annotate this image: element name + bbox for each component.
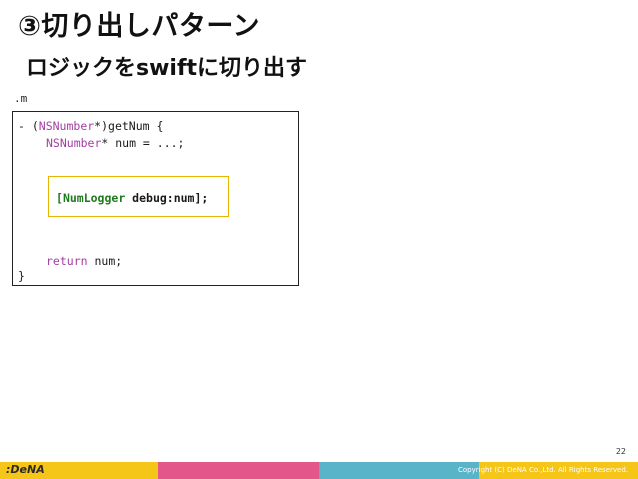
code-token: num; [87, 254, 123, 268]
dena-logo: :DeNA [6, 463, 45, 476]
footer-segment-pink [158, 462, 319, 479]
code-line-2: NSNumber* num = ...; [46, 136, 184, 150]
page-number: 22 [615, 447, 626, 456]
code-token: debug:num]; [125, 191, 209, 205]
code-line-5: } [18, 269, 25, 283]
slide-subtitle: ロジックをswiftに切り出す [26, 56, 308, 81]
code-token: [ [56, 191, 63, 205]
code-block: - (NSNumber*)getNum { NSNumber* num = ..… [12, 111, 299, 286]
code-line-3: [NumLogger debug:num]; [56, 191, 208, 205]
code-line-4: return num; [46, 254, 122, 268]
code-token: * num = ...; [101, 136, 185, 150]
footer-segment-teal [319, 462, 479, 479]
code-keyword-token: return [46, 254, 88, 268]
file-label: .m [14, 92, 28, 105]
code-line-1: - (NSNumber*)getNum { [18, 119, 163, 133]
code-class-token: NumLogger [62, 191, 126, 205]
code-token: *)getNum { [94, 119, 164, 133]
code-token: - ( [18, 119, 39, 133]
code-type-token: NSNumber [38, 119, 95, 133]
code-type-token: NSNumber [46, 136, 102, 150]
slide-title: ③切り出しパターン [18, 11, 261, 42]
copyright-text: Copyright (C) DeNA Co.,Ltd. All Rights R… [458, 466, 628, 474]
